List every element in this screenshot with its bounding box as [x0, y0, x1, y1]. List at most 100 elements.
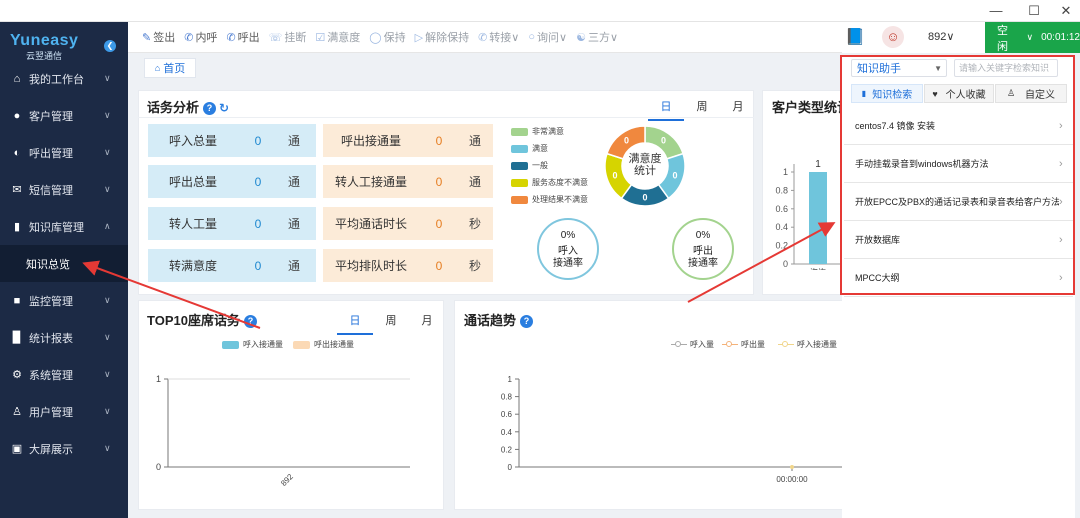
legend-item[interactable]: 一般 [511, 160, 548, 171]
sidebar-item-sms[interactable]: ✉ 短信管理 ∨ [0, 171, 128, 208]
legend-outbound-connected[interactable]: 呼出接通量 [293, 339, 354, 350]
metric-cell: 平均通话时长 0 秒 [323, 207, 493, 240]
metric-value: 0 [435, 174, 443, 189]
bar-value-label: 1 [815, 159, 821, 170]
metric-label: 平均排队时长 [334, 259, 407, 273]
legend-swatch [511, 195, 528, 204]
y-tick-label: 0 [156, 462, 161, 472]
metric-unit: 通 [287, 134, 300, 148]
legend-item[interactable]: 呼入接通量 [778, 339, 837, 350]
legend-swatch [511, 178, 528, 187]
tab-day[interactable]: 日 [337, 312, 373, 335]
headset-icon: ◐ [13, 146, 21, 159]
metric-label: 转满意度 [168, 259, 217, 273]
customer-type-title: 客户类型统计 [772, 100, 842, 115]
customer-type-bar[interactable] [809, 172, 827, 264]
users-icon: ● [13, 109, 21, 122]
thumb-icon: ☑ [315, 31, 326, 44]
sidebar-item-monitor[interactable]: ■ 监控管理 ∨ [0, 282, 128, 319]
sidebar-item-bigscreen[interactable]: ▣ 大屏展示 ∨ [0, 430, 128, 467]
sidebar-item-reports[interactable]: ▉ 统计报表 ∨ [0, 319, 128, 356]
play-icon: ▷ [414, 31, 424, 44]
y-tick-label: 0.4 [775, 222, 788, 232]
chevron-down-icon: ∨ [104, 147, 111, 157]
chevron-down-icon: ∨ [104, 369, 111, 379]
tab-week[interactable]: 周 [373, 312, 409, 335]
internal-call-button[interactable]: ✆ 内呼 [184, 29, 217, 45]
trend-point[interactable] [790, 465, 794, 469]
metric-cell: 呼出总量 0 通 [148, 165, 316, 198]
tab-home[interactable]: ⌂ 首页 [144, 58, 196, 78]
y-tick-label: 0.2 [775, 241, 788, 251]
unhold-button[interactable]: ▷ 解除保持 [415, 29, 469, 45]
chevron-down-icon: ∨ [104, 184, 111, 194]
metric-cell: 呼入总量 0 通 [148, 124, 316, 157]
metric-value: 0 [254, 174, 262, 189]
metric-unit: 通 [468, 134, 481, 148]
sidebar-item-knowledge[interactable]: ▮ 知识库管理 ∧ [0, 208, 128, 245]
avatar[interactable]: ☺ [882, 26, 904, 48]
knowledge-book-icon[interactable]: 📘 [845, 27, 867, 47]
legend-swatch [511, 144, 528, 153]
gear-icon: ⚙ [12, 369, 22, 381]
chevron-down-icon: ∨ [104, 295, 111, 305]
metric-cell: 转满意度 0 通 [148, 249, 316, 282]
legend-swatch [511, 127, 528, 136]
hold-icon: ◯ [369, 31, 382, 44]
chevron-down-icon: ∨ [1026, 32, 1034, 42]
customer-type-chart: 1 0.8 0.6 0.4 0.2 0 1 咨询 [775, 159, 842, 270]
help-icon[interactable]: ? [203, 102, 217, 115]
minimize-icon[interactable]: — [976, 0, 1016, 22]
legend-item[interactable]: 呼出量 [722, 339, 765, 350]
y-tick-label: 0.4 [501, 428, 513, 437]
phone-icon: ✆ [184, 31, 194, 44]
user-icon: ♙ [12, 406, 22, 418]
home-icon: ⌂ [13, 72, 21, 85]
hold-button[interactable]: ◯ 保持 [369, 29, 405, 45]
extension-selector[interactable]: 892∨ [928, 30, 954, 43]
collapse-sidebar-icon[interactable]: ❮ [104, 40, 116, 52]
legend-inbound-connected[interactable]: 呼入接通量 [222, 339, 283, 350]
hangup-button[interactable]: ☏ 挂断 [269, 29, 307, 45]
highlight-box [840, 55, 1075, 295]
satisfaction-button[interactable]: ☑ 满意度 [315, 29, 360, 45]
sidebar-item-workbench[interactable]: ⌂ 我的工作台 ∨ [0, 60, 128, 97]
outbound-call-button[interactable]: ✆ 呼出 [226, 29, 259, 45]
outbound-rate-ring: 0% 呼出 接通率 [672, 218, 734, 280]
donut-slice-label: 0 [642, 193, 647, 203]
legend-item[interactable]: 非常满意 [511, 126, 564, 137]
legend-item[interactable]: 满意 [511, 143, 548, 154]
conference-button[interactable]: ☯ 三方 ∨ [576, 29, 618, 45]
agent-status[interactable]: 空闲 ∨ 00:01:12 [985, 22, 1080, 53]
legend-item[interactable]: 呼入量 [671, 339, 714, 350]
hangup-icon: ☏ [268, 31, 283, 44]
legend-swatch [222, 340, 239, 349]
sidebar-item-customers[interactable]: ● 客户管理 ∨ [0, 97, 128, 134]
status-timer: 00:01:12 [1041, 32, 1080, 43]
legend-line-marker [722, 340, 738, 349]
sidebar-subitem-knowledge-overview[interactable]: 知识总览 [0, 245, 128, 282]
legend-swatch [293, 340, 310, 349]
legend-item[interactable]: 处理结果不满意 [511, 194, 588, 205]
sidebar-item-users[interactable]: ♙ 用户管理 ∨ [0, 393, 128, 430]
help-icon[interactable]: ? [520, 315, 534, 328]
legend-item[interactable]: 服务态度不满意 [511, 177, 588, 188]
phone-out-icon: ✆ [226, 31, 236, 44]
tab-month[interactable]: 月 [409, 312, 445, 335]
transfer-button[interactable]: ✆ 转接 ∨ [478, 29, 519, 45]
consult-button[interactable]: ○ 询问 ∨ [528, 29, 567, 45]
y-tick-label: 0.6 [501, 410, 513, 419]
metric-label: 转人工接通量 [334, 175, 407, 189]
video-icon: ■ [13, 294, 21, 307]
sidebar-item-outbound[interactable]: ◐ 呼出管理 ∨ [0, 134, 128, 171]
metric-value: 0 [254, 258, 262, 273]
close-icon[interactable]: ✕ [1046, 0, 1080, 22]
sidebar-item-system[interactable]: ⚙ 系统管理 ∨ [0, 356, 128, 393]
metric-label: 平均通话时长 [334, 217, 407, 231]
status-label: 空闲 [997, 24, 1008, 53]
donut-slice-label: 0 [661, 136, 666, 146]
signout-button[interactable]: ✎ 签出 [142, 29, 175, 45]
help-icon[interactable]: ? [243, 315, 257, 328]
refresh-icon[interactable]: ↻ [219, 101, 229, 115]
metric-cell: 平均排队时长 0 秒 [323, 249, 493, 282]
